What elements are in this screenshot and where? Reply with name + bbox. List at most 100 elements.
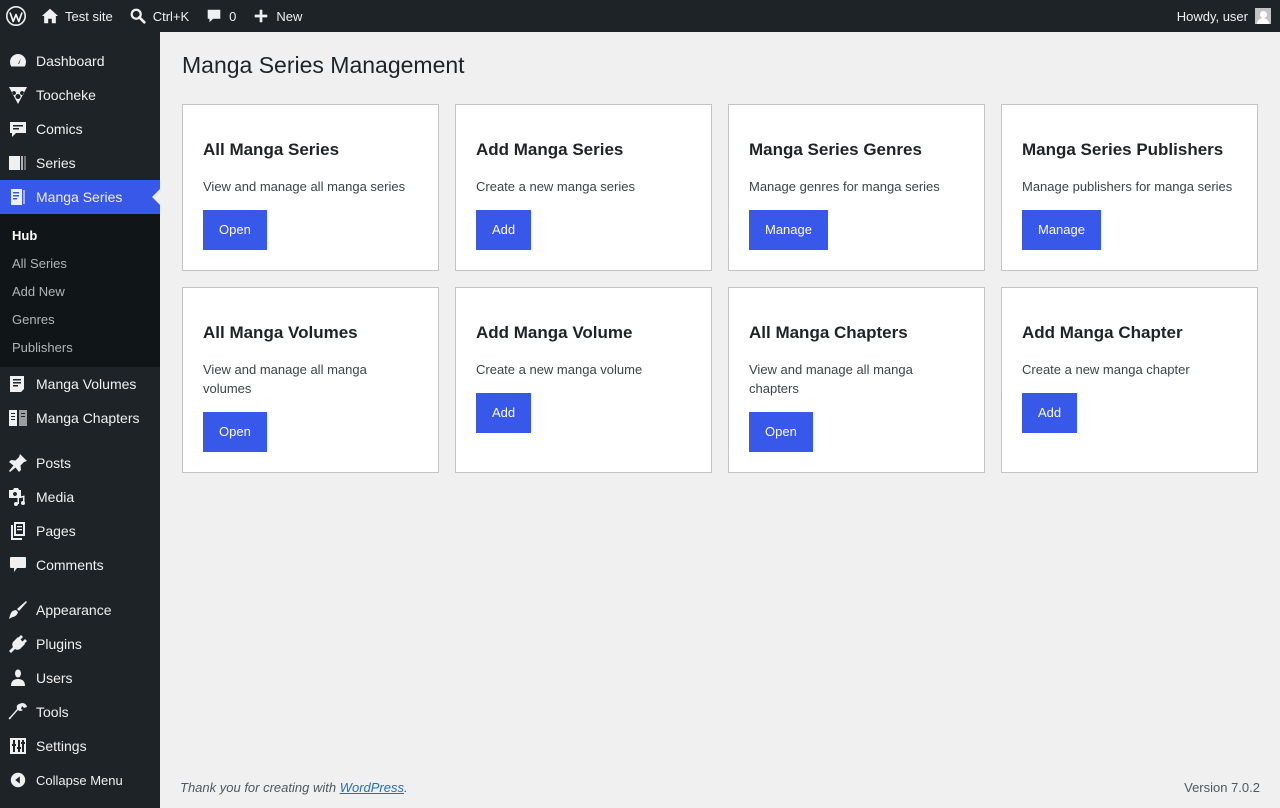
manga-chapters-icon [0, 408, 36, 428]
admin-sidebar: Dashboard Toocheke Comics Series Manga S… [0, 32, 160, 808]
open-all-manga-volumes-button[interactable]: Open [203, 412, 267, 452]
menu-manga-series[interactable]: Manga Series [0, 180, 160, 214]
menu-manga-chapters[interactable]: Manga Chapters [0, 401, 160, 435]
add-manga-volume-button[interactable]: Add [476, 393, 532, 433]
card-all-manga-volumes: All Manga Volumes View and manage all ma… [182, 287, 439, 473]
menu-series[interactable]: Series [0, 146, 160, 180]
card-add-manga-volume: Add Manga Volume Create a new manga volu… [455, 287, 712, 473]
card-title: All Manga Series [203, 140, 340, 159]
open-all-manga-chapters-button[interactable]: Open [749, 412, 813, 452]
card-title: Add Manga Volume [476, 323, 633, 342]
manga-series-submenu: Hub All Series Add New Genres Publishers [0, 214, 160, 367]
submenu-hub[interactable]: Hub [0, 221, 160, 249]
menu-label: Users [36, 670, 73, 686]
manage-publishers-button[interactable]: Manage [1022, 210, 1101, 250]
menu-label: Series [36, 155, 76, 171]
card-title: All Manga Chapters [749, 323, 908, 342]
menu-label: Comics [36, 121, 83, 137]
submenu-add-new[interactable]: Add New [0, 277, 160, 305]
site-name-label: Test site [65, 8, 113, 24]
pin-icon [0, 453, 36, 473]
footer-version: Version 7.0.2 [1184, 780, 1260, 795]
menu-label: Comments [36, 557, 104, 573]
manage-genres-button[interactable]: Manage [749, 210, 828, 250]
home-icon [41, 8, 59, 24]
card-manga-series-genres: Manga Series Genres Manage genres for ma… [728, 104, 985, 271]
menu-users[interactable]: Users [0, 661, 160, 695]
search-icon [130, 8, 146, 24]
menu-label: Settings [36, 738, 87, 754]
add-manga-series-button[interactable]: Add [476, 210, 532, 250]
wordpress-logo-button[interactable] [0, 0, 33, 32]
card-title: Add Manga Series [476, 140, 624, 159]
menu-label: Manga Series [36, 189, 123, 205]
menu-label: Pages [36, 523, 76, 539]
card-description: Create a new manga series [476, 179, 635, 194]
search-shortcut-label: Ctrl+K [152, 8, 190, 24]
collapse-icon [0, 771, 36, 789]
avatar [1255, 8, 1271, 24]
page-title: Manga Series Management [182, 52, 465, 78]
open-all-manga-series-button[interactable]: Open [203, 210, 267, 250]
menu-dashboard[interactable]: Dashboard [0, 44, 160, 78]
card-all-manga-chapters: All Manga Chapters View and manage all m… [728, 287, 985, 473]
card-add-manga-series: Add Manga Series Create a new manga seri… [455, 104, 712, 271]
menu-tools[interactable]: Tools [0, 695, 160, 729]
comics-icon [0, 119, 36, 139]
submenu-publishers[interactable]: Publishers [0, 333, 160, 361]
menu-toocheke[interactable]: Toocheke [0, 78, 160, 112]
footer-thankyou: Thank you for creating with WordPress. [180, 780, 408, 795]
dashboard-icon [0, 51, 36, 71]
menu-label: Dashboard [36, 53, 105, 69]
card-title: All Manga Volumes [203, 323, 358, 342]
menu-pages[interactable]: Pages [0, 514, 160, 548]
card-all-manga-series: All Manga Series View and manage all man… [182, 104, 439, 271]
menu-label: Media [36, 489, 75, 505]
menu-label: Posts [36, 455, 72, 471]
footer-thanks-suffix: . [404, 780, 408, 795]
toocheke-icon [0, 85, 36, 105]
submenu-genres[interactable]: Genres [0, 305, 160, 333]
admin-bar: Test site Ctrl+K 0 New Howdy, user [0, 0, 1280, 32]
footer-thanks-prefix: Thank you for creating with [180, 780, 340, 795]
media-icon [0, 487, 36, 507]
menu-plugins[interactable]: Plugins [0, 627, 160, 661]
new-content-button[interactable]: New [244, 0, 310, 32]
card-description: Manage genres for manga series [749, 179, 940, 194]
brush-icon [0, 600, 36, 620]
card-title: Manga Series Publishers [1022, 140, 1224, 159]
menu-settings[interactable]: Settings [0, 729, 160, 763]
menu-appearance[interactable]: Appearance [0, 593, 160, 627]
submenu-all-series[interactable]: All Series [0, 249, 160, 277]
howdy-label: Howdy, user [1176, 8, 1248, 24]
comments-link[interactable]: 0 [197, 0, 244, 32]
collapse-label: Collapse Menu [36, 772, 123, 788]
users-icon [0, 668, 36, 688]
card-description: Manage publishers for manga series [1022, 179, 1233, 194]
add-manga-chapter-button[interactable]: Add [1022, 393, 1078, 433]
menu-label: Appearance [36, 602, 112, 618]
main-content: Manga Series Management All Manga Series… [160, 32, 1280, 808]
card-add-manga-chapter: Add Manga Chapter Create a new manga cha… [1001, 287, 1258, 473]
menu-comics[interactable]: Comics [0, 112, 160, 146]
site-name-link[interactable]: Test site [33, 0, 121, 32]
command-search-button[interactable]: Ctrl+K [121, 0, 197, 32]
manga-volumes-icon [0, 374, 36, 394]
card-description: View and manage all manga series [203, 179, 406, 194]
plus-icon [255, 9, 268, 23]
menu-media[interactable]: Media [0, 480, 160, 514]
card-title: Manga Series Genres [749, 140, 922, 159]
wordpress-link[interactable]: WordPress [340, 780, 404, 795]
pages-icon [0, 521, 36, 541]
menu-label: Toocheke [36, 87, 96, 103]
card-grid: All Manga Series View and manage all man… [182, 104, 1260, 473]
card-description: View and manage all manga chapters [749, 362, 913, 396]
my-account-button[interactable]: Howdy, user [1169, 0, 1280, 32]
card-manga-series-publishers: Manga Series Publishers Manage publisher… [1001, 104, 1258, 271]
settings-icon [0, 736, 36, 756]
menu-manga-volumes[interactable]: Manga Volumes [0, 367, 160, 401]
menu-comments[interactable]: Comments [0, 548, 160, 582]
menu-posts[interactable]: Posts [0, 446, 160, 480]
series-icon [0, 153, 36, 173]
collapse-menu-button[interactable]: Collapse Menu [0, 763, 160, 797]
